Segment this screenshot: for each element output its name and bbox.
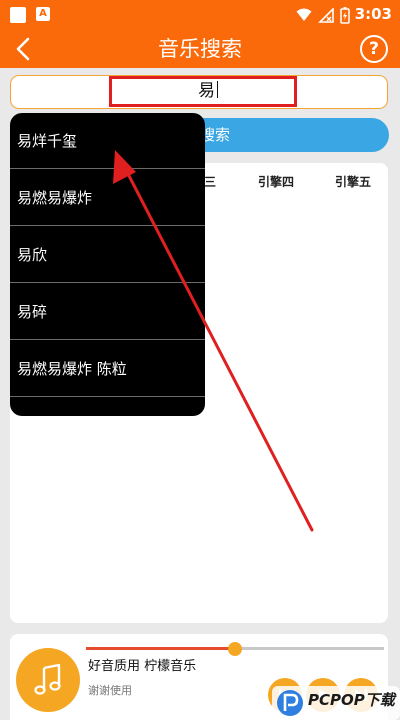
suggestion-item[interactable]: 易烊千玺: [10, 113, 205, 169]
album-cover[interactable]: [16, 648, 80, 712]
engine-tab-5[interactable]: 引擎五: [335, 173, 371, 190]
suggestion-item[interactable]: 易燃易爆炸 陈粒: [10, 341, 205, 397]
annotation-highlight-box: [109, 76, 297, 107]
song-title: 好音质用 柠檬音乐: [88, 659, 197, 674]
wifi-icon: [296, 8, 312, 21]
status-icons: [296, 6, 350, 24]
notification-icon: [10, 7, 26, 23]
progress-fill: [86, 647, 235, 650]
app-header: [0, 30, 400, 68]
engine-tab-3[interactable]: 三: [204, 173, 216, 190]
signal-icon: [318, 7, 334, 23]
music-note-icon: [34, 664, 61, 695]
app-a-icon: A: [36, 7, 50, 21]
battery-icon: [340, 6, 350, 24]
suggestion-dropdown: 易烊千玺 易燃易爆炸 易欣 易碎 易燃易爆炸 陈粒: [10, 113, 205, 416]
watermark-text: PCPOP下载: [308, 691, 395, 709]
song-subtitle: 谢谢使用: [88, 684, 132, 697]
suggestion-item[interactable]: 易燃易爆炸: [10, 170, 205, 226]
suggestion-item[interactable]: 易碎: [10, 284, 205, 340]
engine-tab-4[interactable]: 引擎四: [258, 173, 294, 190]
status-time: 3:03: [354, 5, 392, 23]
back-arrow-icon: [16, 37, 30, 61]
help-button[interactable]: ?: [360, 35, 388, 63]
progress-knob[interactable]: [228, 642, 242, 656]
suggestion-item[interactable]: 易欣: [10, 227, 205, 283]
back-button[interactable]: [8, 34, 38, 64]
